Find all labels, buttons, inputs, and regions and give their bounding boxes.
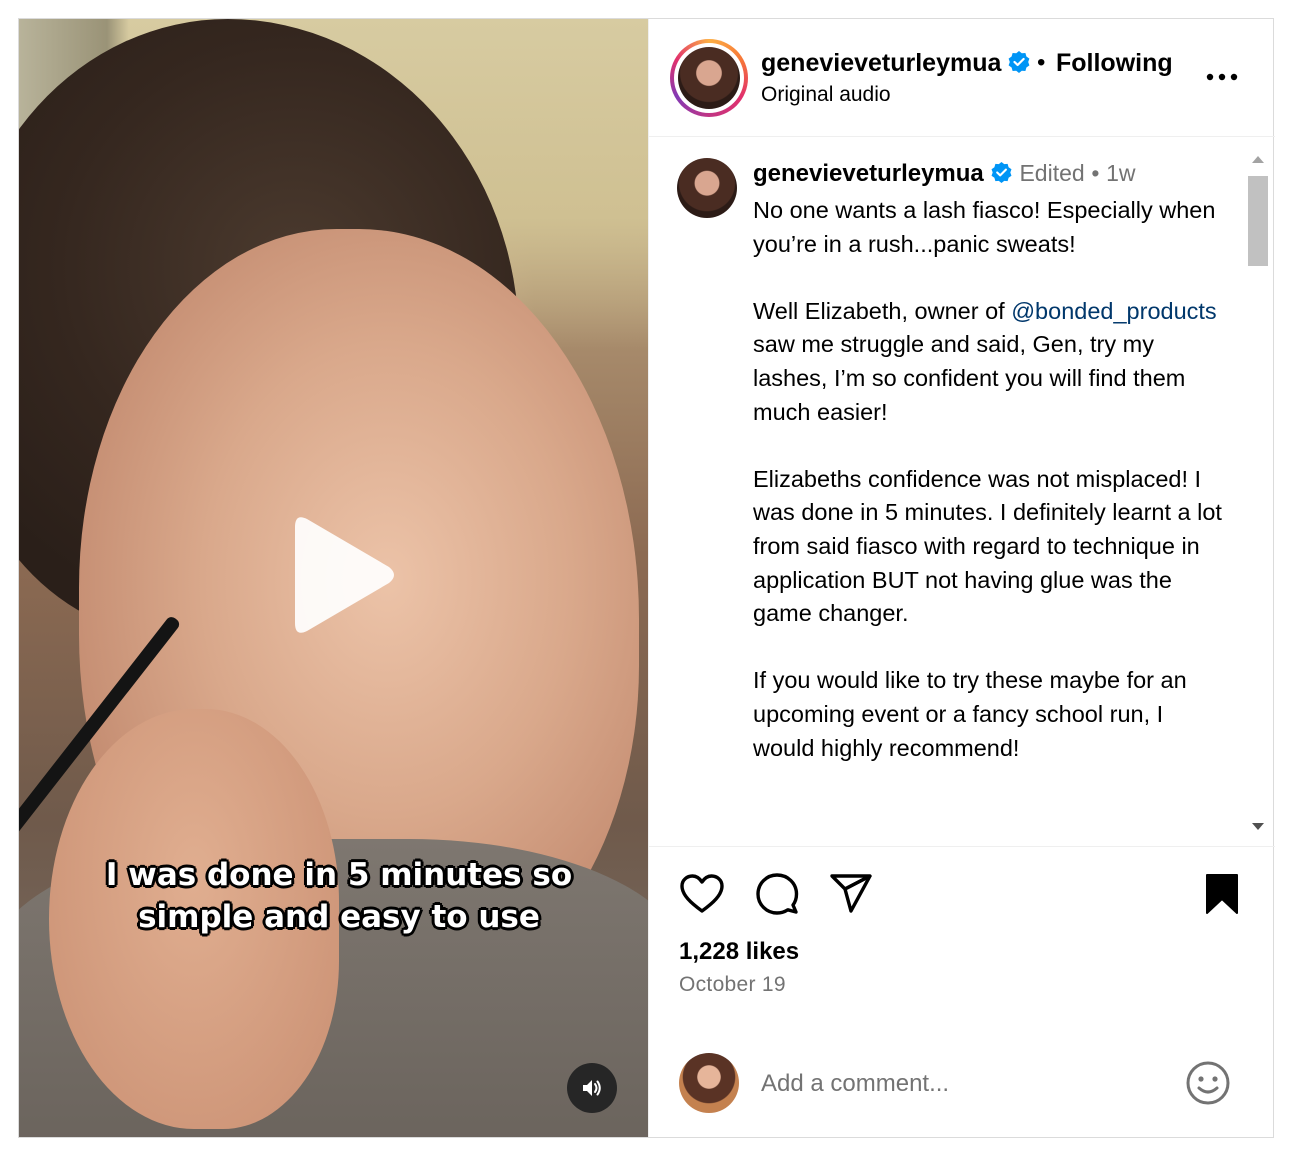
caption-author-username[interactable]: genevieveturleymua: [753, 160, 984, 187]
story-ring-gap: [674, 43, 744, 113]
share-icon[interactable]: [829, 873, 873, 915]
comments-scrollbar[interactable]: [1245, 146, 1271, 840]
caption-paragraph-2: Well Elizabeth, owner of @bonded_product…: [753, 295, 1223, 429]
comment-input[interactable]: [761, 1066, 1161, 1102]
play-icon[interactable]: [281, 511, 401, 639]
comment-icon[interactable]: [755, 872, 799, 916]
caption-paragraph-4: If you would like to try these maybe for…: [753, 667, 1187, 761]
avatar: [678, 47, 740, 109]
header-username[interactable]: genevieveturleymua: [761, 49, 1001, 77]
post-dialog: I was done in 5 minutes so simple and ea…: [18, 18, 1275, 1138]
current-user-avatar: [679, 1053, 739, 1113]
bookmark-icon[interactable]: [1205, 873, 1239, 915]
caption-header: genevieveturleymua Edited • 1w: [753, 160, 1135, 188]
scroll-down-icon[interactable]: [1251, 822, 1265, 832]
comments-section[interactable]: genevieveturleymua Edited • 1w No one wa…: [649, 138, 1275, 846]
video-caption-line1: I was done in 5 minutes so: [105, 857, 573, 893]
caption-author-avatar[interactable]: [677, 158, 737, 218]
original-audio-link[interactable]: Original audio: [761, 83, 891, 107]
following-button[interactable]: Following: [1056, 49, 1173, 78]
caption-separator: •: [1091, 160, 1100, 186]
edited-label: Edited: [1019, 160, 1085, 186]
scrollbar-thumb[interactable]: [1248, 176, 1268, 266]
more-icon[interactable]: [1205, 67, 1239, 87]
scroll-up-icon[interactable]: [1251, 154, 1265, 164]
header-username-row: genevieveturleymua: [761, 49, 1031, 78]
verified-icon: [991, 161, 1012, 184]
mention-link[interactable]: @bonded_products: [1011, 298, 1216, 324]
add-comment-bar: [649, 1036, 1275, 1136]
sound-toggle-button[interactable]: [567, 1063, 617, 1113]
heart-icon[interactable]: [679, 873, 725, 915]
emoji-icon[interactable]: [1185, 1060, 1231, 1106]
video-caption: I was done in 5 minutes so simple and ea…: [59, 854, 619, 938]
post-actions: 1,228 likes October 19: [649, 846, 1275, 1036]
caption-paragraph-3: Elizabeths confidence was not misplaced!…: [753, 465, 1222, 627]
caption-paragraph-2-end: saw me struggle and said, Gen, try my la…: [753, 331, 1186, 425]
likes-count[interactable]: 1,228 likes: [679, 938, 799, 966]
caption-paragraph-2-start: Well Elizabeth, owner of: [753, 297, 1012, 324]
caption-text: No one wants a lash fiasco! Especially w…: [753, 194, 1223, 799]
caption-paragraph-1: No one wants a lash fiasco! Especially w…: [753, 197, 1216, 257]
header-separator: •: [1037, 49, 1046, 76]
post-date: October 19: [679, 973, 786, 996]
video-caption-line2: simple and easy to use: [138, 899, 540, 935]
sound-icon: [583, 1080, 601, 1096]
verified-icon: [1009, 51, 1030, 73]
post-details-panel: genevieveturleymua • Following Original …: [648, 19, 1275, 1137]
story-ring[interactable]: [670, 39, 748, 117]
caption-timestamp[interactable]: 1w: [1106, 160, 1135, 186]
post-video[interactable]: I was done in 5 minutes so simple and ea…: [19, 19, 648, 1137]
post-header: genevieveturleymua • Following Original …: [649, 19, 1275, 137]
